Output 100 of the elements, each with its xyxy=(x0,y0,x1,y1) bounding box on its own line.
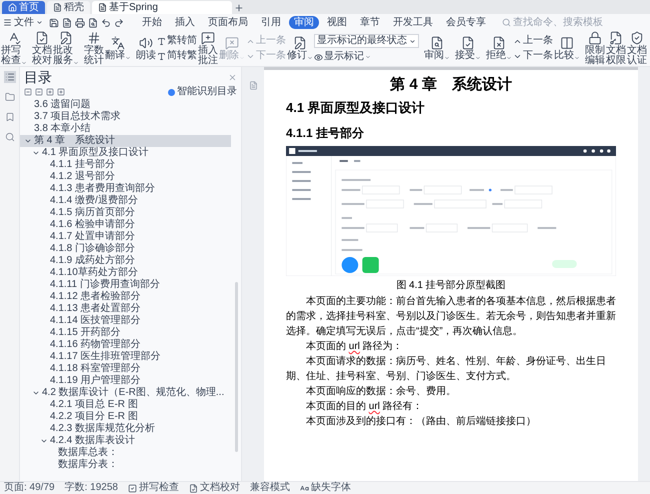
chevron-down-icon[interactable] xyxy=(24,137,32,145)
toc-item[interactable]: 4.2.1 项目总 E-R 图 xyxy=(20,399,231,411)
square-plus-icon[interactable] xyxy=(46,88,54,96)
ribbon-button[interactable]: 修订 xyxy=(287,36,313,61)
ribbon-tab[interactable]: 章节 xyxy=(355,16,385,29)
toc-item[interactable]: 4.1.14 医技管理部分 xyxy=(20,315,231,327)
toc-item[interactable]: 3.8 本章小结 xyxy=(20,123,231,135)
toc-item[interactable]: 第 4 章 系统设计 xyxy=(20,135,231,147)
square-minus-icon[interactable] xyxy=(24,88,32,96)
toc-item[interactable]: 4.1.7 处置申请部分 xyxy=(20,231,231,243)
toc-item[interactable]: 4.1.10草药处方部分 xyxy=(20,267,231,279)
file-check-icon xyxy=(461,36,475,50)
home-icon xyxy=(8,3,17,12)
toc-item[interactable]: 4.1.2 退号部分 xyxy=(20,171,231,183)
square-plus-icon[interactable] xyxy=(57,88,65,96)
toc-item[interactable]: 数据库总表： xyxy=(20,447,231,459)
ribbon-tab[interactable]: 审阅 xyxy=(289,16,319,29)
ribbon-button[interactable]: 拒绝 xyxy=(486,36,512,61)
window-tab[interactable]: 首页 xyxy=(2,1,45,14)
ribbon-button[interactable]: 字数统计 xyxy=(84,31,104,66)
toc-item[interactable]: 4.1.5 病历首页部分 xyxy=(20,207,231,219)
redo-icon[interactable] xyxy=(114,18,124,28)
ribbon-small-button[interactable]: 上一条 xyxy=(513,35,553,47)
toc-item[interactable]: 4.1 界面原型及接口设计 xyxy=(20,147,231,159)
ribbon-button[interactable]: 批改服务 xyxy=(53,31,79,66)
ribbon-tab[interactable]: 开始 xyxy=(137,16,167,29)
window-tab[interactable]: 基于Spring xyxy=(92,1,232,14)
toc-item[interactable]: 4.1.12 患者检验部分 xyxy=(20,291,231,303)
toc-item[interactable]: 4.1.11 门诊费用查询部分 xyxy=(20,279,231,291)
ribbon-small-button[interactable]: 繁转简 xyxy=(157,35,197,47)
lock-icon xyxy=(588,31,602,45)
status-button[interactable]: 拼写检查 xyxy=(128,482,179,494)
folder-icon[interactable] xyxy=(4,91,16,103)
ribbon-button[interactable]: 文档权限 xyxy=(606,31,626,66)
show-markup-button[interactable]: 显示标记 xyxy=(314,51,419,63)
toc-item[interactable]: 4.1.19 用户管理部分 xyxy=(20,375,231,387)
toc-item[interactable]: 4.1.4 缴费/退费部分 xyxy=(20,195,231,207)
file-menu-button[interactable]: 文件 xyxy=(3,15,46,30)
toc-title: 目录 xyxy=(24,69,52,85)
ribbon-button[interactable]: 接受 xyxy=(455,36,481,61)
toc-item[interactable]: 4.1.8 门诊确诊部分 xyxy=(20,243,231,255)
search-icon[interactable] xyxy=(4,131,16,143)
ribbon-button[interactable]: 限制编辑 xyxy=(585,31,605,66)
ribbon-tab[interactable]: 视图 xyxy=(322,16,352,29)
toc-item[interactable]: 4.1.13 患者处置部分 xyxy=(20,303,231,315)
scrollbar-thumb[interactable] xyxy=(235,282,238,452)
status-button[interactable]: 文档校对 xyxy=(188,482,240,494)
ribbon-button[interactable]: 翻译 xyxy=(105,36,131,61)
body-paragraph: 本页面响应的数据：余号、费用。 xyxy=(305,384,457,399)
ribbon-tab[interactable]: 插入 xyxy=(170,16,200,29)
ribbon-button[interactable]: 拼写检查 xyxy=(1,31,27,66)
toc-item[interactable]: 4.1.16 药物管理部分 xyxy=(20,339,231,351)
toc-item[interactable]: 4.1.17 医生排班管理部分 xyxy=(20,351,231,363)
toc-item[interactable]: 4.2 数据库设计（E-R图、规范化、物理... xyxy=(20,387,231,399)
save-icon[interactable] xyxy=(49,18,59,28)
ribbon-tab[interactable]: 引用 xyxy=(256,16,286,29)
file-x-icon xyxy=(492,36,506,50)
caret-icon xyxy=(475,55,481,61)
document-icon[interactable] xyxy=(62,18,72,28)
undo-icon[interactable] xyxy=(101,18,111,28)
chevron-down-icon[interactable] xyxy=(40,437,48,445)
window-tab[interactable]: 稻壳 xyxy=(47,1,90,14)
square-minus-icon[interactable] xyxy=(35,88,43,96)
markup-state-select[interactable]: 显示标记的最终状态 xyxy=(314,34,419,48)
add-tab-icon[interactable] xyxy=(234,3,244,13)
ribbon-button[interactable]: 文档校对 xyxy=(32,31,52,66)
ribbon-tab[interactable]: 页面布局 xyxy=(203,16,253,29)
toc-item[interactable]: 4.1.18 科室管理部分 xyxy=(20,363,231,375)
ribbon-button[interactable]: 插入批注 xyxy=(198,31,218,66)
toc-item[interactable]: 4.1.3 患者费用查询部分 xyxy=(20,183,231,195)
chevron-down-icon[interactable] xyxy=(32,389,40,397)
chevron-down-icon[interactable] xyxy=(32,149,40,157)
ribbon-button[interactable]: 审阅 xyxy=(424,36,450,61)
status-button[interactable]: 缺失字体 xyxy=(300,482,351,494)
ribbon-button[interactable]: 比较 xyxy=(554,36,580,61)
toc-item[interactable]: 4.1.1 挂号部分 xyxy=(20,159,231,171)
status-text: 兼容模式 xyxy=(250,482,290,494)
file-search-icon[interactable] xyxy=(88,18,98,28)
toc-item[interactable]: 3.7 项目总技术需求 xyxy=(20,111,231,123)
message-x-icon xyxy=(225,36,239,50)
toc-item[interactable]: 4.1.15 开药部分 xyxy=(20,327,231,339)
ribbon-tab[interactable]: 开发工具 xyxy=(388,16,438,29)
caret-icon xyxy=(365,54,371,60)
toc-item[interactable]: 4.2.3 数据库规范化分析 xyxy=(20,423,231,435)
toc-item[interactable]: 数据库分表： xyxy=(20,459,231,471)
ribbon-tab[interactable]: 会员专享 xyxy=(441,16,491,29)
ribbon-button[interactable]: 文档认证 xyxy=(627,31,647,66)
list-icon[interactable] xyxy=(4,71,16,83)
toc-item[interactable]: 4.1.6 检验申请部分 xyxy=(20,219,231,231)
ribbon-small-button[interactable]: 下一条 xyxy=(513,50,553,62)
toc-item[interactable]: 3.6 遗留问题 xyxy=(20,99,231,111)
toc-item[interactable]: 4.2.2 项目分 E-R 图 xyxy=(20,411,231,423)
toc-item[interactable]: 4.1.9 成药处方部分 xyxy=(20,255,231,267)
smart-toc-button[interactable]: 智能识别目录 xyxy=(168,86,237,98)
status-text: 页面: 49/79 xyxy=(4,482,55,494)
check-box-icon xyxy=(128,484,137,492)
toc-item[interactable]: 4.2.4 数据库表设计 xyxy=(20,435,231,447)
ribbon-small-button[interactable]: 简转繁 xyxy=(157,50,197,62)
printer-icon[interactable] xyxy=(75,18,85,28)
ribbon-button[interactable]: 朗读 xyxy=(136,36,156,61)
